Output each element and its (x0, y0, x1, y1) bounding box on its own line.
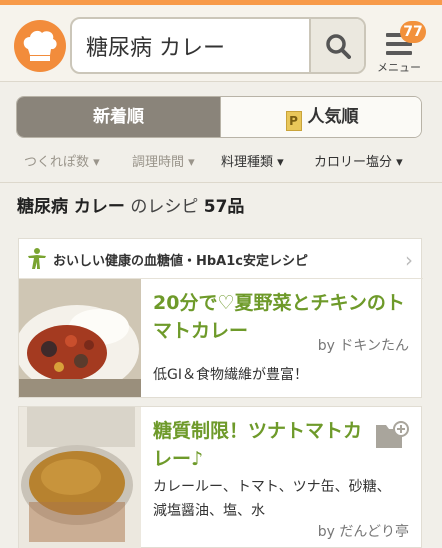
divider (0, 182, 442, 183)
filter-tsukurepo[interactable]: つくれぽ数 ▾ (24, 151, 100, 170)
person-exercise-icon (28, 248, 46, 269)
search-bar (70, 17, 366, 74)
tab-popular-label: 人気順 (307, 107, 359, 127)
tab-newest-label: 新着順 (93, 107, 144, 127)
sort-tabs: 新着順 P 人気順 (16, 96, 422, 138)
result-suffix: のレシピ (130, 197, 199, 217)
top-bar: メニュー 77 (0, 0, 442, 82)
recipe-ingredients: カレールー、トマト、ツナ缶、砂糖、 減塩醤油、塩、水 (153, 475, 391, 523)
tab-newest[interactable]: 新着順 (17, 97, 220, 137)
tab-popular[interactable]: P 人気順 (220, 97, 421, 137)
recipe-photo[interactable] (19, 279, 141, 397)
filter-cooking-time[interactable]: 調理時間 ▾ (132, 151, 195, 170)
premium-icon: P (285, 111, 302, 131)
recipe-title-line2: レー♪ (153, 448, 204, 470)
menu-button[interactable]: メニュー 77 (374, 19, 430, 75)
recipe-author[interactable]: by ドキンたん (318, 335, 409, 355)
filter-dish-type[interactable]: 料理種類 ▾ (221, 151, 284, 170)
recipe-card[interactable]: 糖質制限！ツナトマトカ レー♪ カレールー、トマト、ツナ缶、砂糖、 減塩醤油、塩… (18, 406, 422, 548)
filter-bar: つくれぽ数 ▾ 調理時間 ▾ 料理種類 ▾ カロリー塩分 ▾ (24, 148, 424, 172)
recipe-title-line1: 糖質制限！ツナトマトカ (153, 420, 363, 442)
folder-add-icon[interactable] (375, 421, 409, 449)
health-banner[interactable]: おいしい健康の血糖値・HbA1c安定レシピ › (19, 239, 423, 279)
recipe-ingredients-line1: カレールー、トマト、ツナ缶、砂糖、 (153, 479, 391, 495)
banner-text: おいしい健康の血糖値・HbA1c安定レシピ (53, 254, 308, 269)
chevron-right-icon: › (405, 248, 413, 272)
filter-calorie-salt[interactable]: カロリー塩分 ▾ (314, 151, 403, 170)
recipe-ingredients-line2: 減塩醤油、塩、水 (153, 503, 265, 519)
recipe-card[interactable]: おいしい健康の血糖値・HbA1c安定レシピ › 20分で♡夏野菜とチキンのト マ… (18, 238, 423, 398)
recipe-title-line1: 20分で♡夏野菜とチキンのト (153, 292, 405, 314)
result-query: 糖尿病 カレー (17, 197, 125, 217)
recipe-author[interactable]: by だんどり亭 (318, 521, 409, 541)
chef-hat-icon[interactable] (14, 20, 66, 72)
search-button[interactable] (309, 19, 364, 72)
search-input[interactable] (72, 19, 312, 72)
recipe-description: 低GI＆食物繊維が豊富！ (153, 367, 308, 383)
result-count: 糖尿病 カレー のレシピ 57品 (17, 192, 244, 217)
notification-badge: 77 (400, 21, 426, 43)
menu-label: メニュー (377, 61, 421, 74)
result-number: 57品 (203, 197, 245, 217)
search-icon (326, 34, 351, 59)
recipe-title[interactable]: 糖質制限！ツナトマトカ レー♪ (153, 417, 373, 473)
recipe-photo[interactable] (19, 407, 141, 548)
